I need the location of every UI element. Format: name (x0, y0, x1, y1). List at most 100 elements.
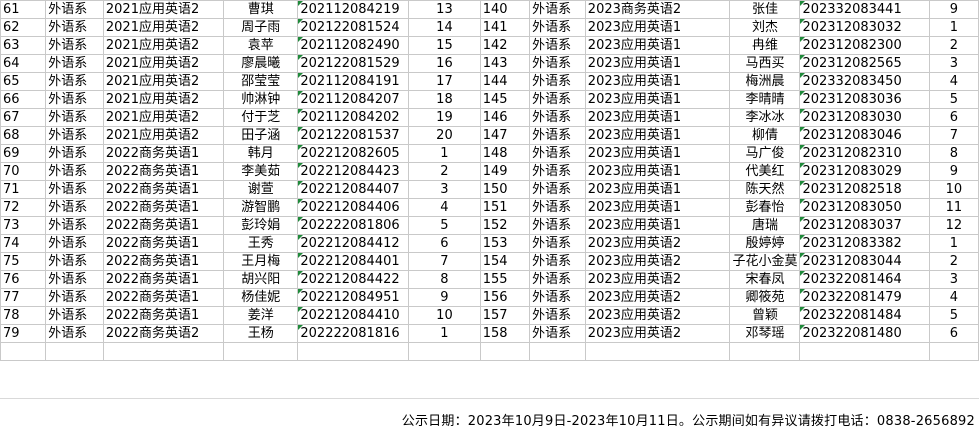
cell-right-class[interactable]: 2023商务英语2 (584, 0, 731, 19)
empty-cell[interactable] (729, 342, 801, 361)
cell-left-name[interactable]: 谢萱 (223, 180, 299, 199)
cell-left-class[interactable]: 2021应用英语2 (102, 0, 225, 19)
cell-right-name[interactable]: 柳倩 (729, 126, 801, 145)
cell-right-num[interactable]: 9 (928, 0, 979, 19)
cell-left-num[interactable]: 2 (408, 162, 481, 181)
cell-left-name[interactable]: 韩月 (223, 144, 299, 163)
cell-left-dept[interactable]: 外语系 (45, 36, 104, 55)
cell-right-id[interactable]: 202332083450 (799, 72, 930, 91)
cell-right-dept[interactable]: 外语系 (529, 270, 586, 289)
cell-right-class[interactable]: 2023应用英语2 (584, 234, 731, 253)
cell-right-dept[interactable]: 外语系 (529, 36, 586, 55)
cell-left-id[interactable]: 202112082490 (297, 36, 410, 55)
cell-right-seq[interactable]: 151 (479, 198, 531, 217)
cell-left-id[interactable]: 202212084401 (297, 252, 410, 271)
cell-right-seq[interactable]: 152 (479, 216, 531, 235)
cell-right-id[interactable]: 202322081484 (799, 306, 930, 325)
cell-right-id[interactable]: 202322081479 (799, 288, 930, 307)
cell-left-dept[interactable]: 外语系 (45, 234, 104, 253)
cell-right-id[interactable]: 202322081464 (799, 270, 930, 289)
cell-right-seq[interactable]: 147 (479, 126, 531, 145)
cell-right-id[interactable]: 202312083382 (799, 234, 930, 253)
cell-left-num[interactable]: 8 (408, 270, 481, 289)
cell-left-seq[interactable]: 70 (0, 162, 47, 181)
cell-right-num[interactable]: 1 (928, 234, 979, 253)
cell-right-name[interactable]: 卿筱苑 (729, 288, 801, 307)
cell-right-name[interactable]: 李晴晴 (729, 90, 801, 109)
cell-left-class[interactable]: 2021应用英语2 (102, 126, 225, 145)
cell-left-id[interactable]: 202222081806 (297, 216, 410, 235)
cell-right-id[interactable]: 202312082310 (799, 144, 930, 163)
cell-right-id[interactable]: 202312083046 (799, 126, 930, 145)
cell-right-seq[interactable]: 140 (479, 0, 531, 19)
cell-right-num[interactable]: 2 (928, 252, 979, 271)
cell-right-num[interactable]: 6 (928, 324, 979, 343)
cell-left-num[interactable]: 13 (408, 0, 481, 19)
cell-left-class[interactable]: 2021应用英语2 (102, 36, 225, 55)
cell-left-name[interactable]: 游智鹏 (223, 198, 299, 217)
empty-cell[interactable] (0, 342, 47, 361)
cell-right-seq[interactable]: 153 (479, 234, 531, 253)
cell-left-num[interactable]: 14 (408, 18, 481, 37)
cell-left-dept[interactable]: 外语系 (45, 126, 104, 145)
cell-right-id[interactable]: 202312083032 (799, 18, 930, 37)
cell-left-id[interactable]: 202122081537 (297, 126, 410, 145)
cell-right-id[interactable]: 202312083037 (799, 216, 930, 235)
cell-left-id[interactable]: 202212084423 (297, 162, 410, 181)
cell-right-name[interactable]: 曾颖 (729, 306, 801, 325)
cell-left-seq[interactable]: 78 (0, 306, 47, 325)
cell-right-num[interactable]: 8 (928, 144, 979, 163)
cell-right-name[interactable]: 代美红 (729, 162, 801, 181)
cell-left-dept[interactable]: 外语系 (45, 0, 104, 19)
cell-right-seq[interactable]: 157 (479, 306, 531, 325)
cell-left-seq[interactable]: 73 (0, 216, 47, 235)
cell-right-name[interactable]: 子花小金莫 (729, 252, 801, 271)
cell-right-id[interactable]: 202312082300 (799, 36, 930, 55)
cell-left-seq[interactable]: 69 (0, 144, 47, 163)
cell-left-num[interactable]: 1 (408, 144, 481, 163)
cell-right-dept[interactable]: 外语系 (529, 306, 586, 325)
cell-left-num[interactable]: 9 (408, 288, 481, 307)
cell-right-dept[interactable]: 外语系 (529, 198, 586, 217)
cell-right-name[interactable]: 马广俊 (729, 144, 801, 163)
cell-left-seq[interactable]: 63 (0, 36, 47, 55)
cell-left-id[interactable]: 202212084407 (297, 180, 410, 199)
cell-right-class[interactable]: 2023应用英语2 (584, 252, 731, 271)
cell-left-num[interactable]: 4 (408, 198, 481, 217)
empty-cell[interactable] (529, 342, 586, 361)
cell-left-num[interactable]: 17 (408, 72, 481, 91)
cell-left-seq[interactable]: 66 (0, 90, 47, 109)
cell-right-num[interactable]: 11 (928, 198, 979, 217)
cell-right-class[interactable]: 2023应用英语1 (584, 180, 731, 199)
cell-left-dept[interactable]: 外语系 (45, 72, 104, 91)
empty-cell[interactable] (928, 342, 979, 361)
cell-left-seq[interactable]: 77 (0, 288, 47, 307)
cell-right-name[interactable]: 彭春怡 (729, 198, 801, 217)
cell-left-dept[interactable]: 外语系 (45, 252, 104, 271)
cell-left-dept[interactable]: 外语系 (45, 270, 104, 289)
cell-left-class[interactable]: 2022商务英语1 (102, 180, 225, 199)
cell-left-dept[interactable]: 外语系 (45, 198, 104, 217)
cell-right-dept[interactable]: 外语系 (529, 108, 586, 127)
cell-right-name[interactable]: 李冰冰 (729, 108, 801, 127)
cell-right-dept[interactable]: 外语系 (529, 126, 586, 145)
cell-right-dept[interactable]: 外语系 (529, 180, 586, 199)
cell-left-seq[interactable]: 76 (0, 270, 47, 289)
cell-right-class[interactable]: 2023应用英语1 (584, 144, 731, 163)
cell-left-seq[interactable]: 71 (0, 180, 47, 199)
cell-right-seq[interactable]: 145 (479, 90, 531, 109)
cell-right-name[interactable]: 唐瑞 (729, 216, 801, 235)
cell-right-num[interactable]: 3 (928, 54, 979, 73)
cell-left-class[interactable]: 2022商务英语1 (102, 306, 225, 325)
cell-left-seq[interactable]: 67 (0, 108, 47, 127)
cell-right-num[interactable]: 9 (928, 162, 979, 181)
cell-left-num[interactable]: 19 (408, 108, 481, 127)
cell-right-seq[interactable]: 150 (479, 180, 531, 199)
cell-right-dept[interactable]: 外语系 (529, 144, 586, 163)
cell-left-class[interactable]: 2022商务英语2 (102, 324, 225, 343)
cell-left-dept[interactable]: 外语系 (45, 216, 104, 235)
cell-left-id[interactable]: 202212084410 (297, 306, 410, 325)
cell-right-num[interactable]: 2 (928, 36, 979, 55)
cell-right-class[interactable]: 2023应用英语1 (584, 36, 731, 55)
cell-right-dept[interactable]: 外语系 (529, 72, 586, 91)
